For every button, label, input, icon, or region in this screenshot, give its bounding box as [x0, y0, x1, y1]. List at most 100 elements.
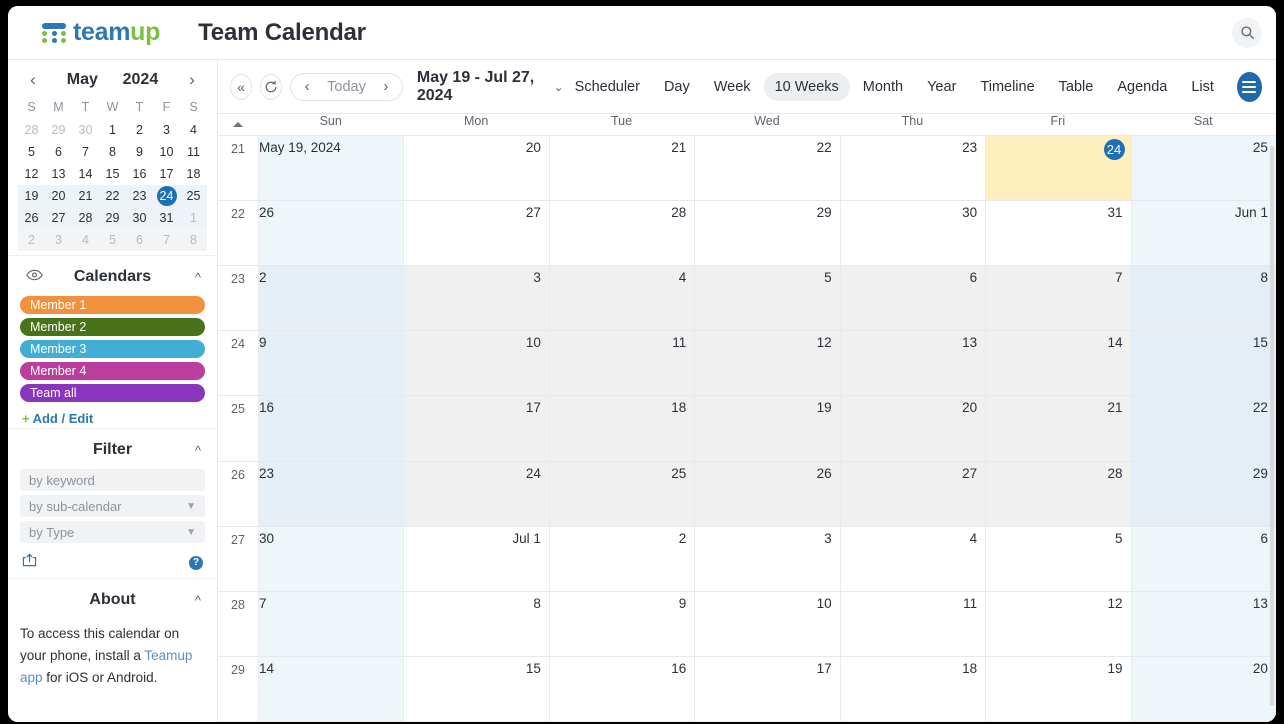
day-cell[interactable]: 16 [258, 396, 404, 461]
mini-day-cell[interactable]: 14 [72, 163, 99, 185]
mini-day-cell[interactable]: 29 [45, 119, 72, 141]
day-cell[interactable]: 25 [548, 461, 695, 526]
day-cell[interactable]: 10 [403, 331, 549, 396]
mini-day-cell[interactable]: 11 [180, 141, 207, 163]
day-cell[interactable]: 31 [985, 201, 1130, 266]
calendar-item-1[interactable]: Member 2 [20, 318, 205, 336]
day-cell[interactable]: 25 [1130, 136, 1276, 201]
day-cell[interactable]: 3 [694, 526, 839, 591]
day-cell[interactable]: 22 [1130, 396, 1276, 461]
mini-day-cell[interactable]: 4 [72, 229, 99, 251]
mini-day-cell[interactable]: 18 [180, 163, 207, 185]
filter-subcalendar-select[interactable]: by sub-calendar ▼ [20, 495, 205, 517]
week-number[interactable]: 21 [218, 136, 258, 200]
mini-day-cell[interactable]: 23 [126, 185, 153, 207]
day-cell[interactable]: 23 [258, 461, 404, 526]
refresh-button[interactable] [260, 73, 283, 100]
mini-day-cell[interactable]: 8 [180, 229, 207, 251]
mini-day-cell[interactable]: 30 [72, 119, 99, 141]
day-cell[interactable]: Jun 1 [1130, 201, 1276, 266]
tab-week[interactable]: Week [703, 73, 762, 101]
day-cell[interactable]: 10 [694, 591, 839, 656]
mini-day-cell[interactable]: 17 [153, 163, 180, 185]
today-button[interactable]: Today [321, 79, 372, 95]
day-cell[interactable]: 20 [403, 136, 548, 201]
mini-day-cell[interactable]: 7 [72, 141, 99, 163]
mini-day-cell[interactable]: 1 [99, 119, 126, 141]
day-cell[interactable]: 13 [1130, 591, 1276, 656]
hamburger-menu-icon[interactable] [1236, 71, 1263, 102]
chevron-up-icon-calendars[interactable]: ^ [195, 270, 201, 285]
day-cell[interactable]: 28 [985, 461, 1131, 526]
mini-day-cell[interactable]: 9 [126, 141, 153, 163]
day-cell[interactable]: 17 [694, 656, 839, 721]
mini-day-cell[interactable]: 28 [18, 119, 45, 141]
mini-day-cell[interactable]: 2 [18, 229, 45, 251]
day-cell[interactable]: 14 [985, 331, 1131, 396]
day-cell[interactable]: 9 [258, 331, 404, 396]
calendar-item-4[interactable]: Team all [20, 384, 205, 402]
week-number[interactable]: 25 [218, 396, 258, 460]
teamup-logo[interactable]: teamup [42, 18, 160, 47]
mini-day-cell[interactable]: 20 [45, 185, 72, 207]
day-cell[interactable]: 18 [548, 396, 695, 461]
mini-day-cell[interactable]: 26 [18, 207, 45, 229]
mini-day-cell[interactable]: 3 [45, 229, 72, 251]
mini-day-cell[interactable]: 2 [126, 119, 153, 141]
day-cell[interactable]: 5 [694, 266, 840, 331]
tab-scheduler[interactable]: Scheduler [564, 73, 651, 101]
day-cell[interactable]: 2 [258, 266, 404, 331]
week-number[interactable]: 28 [218, 592, 258, 656]
day-cell[interactable]: 11 [548, 331, 695, 396]
week-number[interactable]: 26 [218, 462, 258, 526]
day-cell[interactable]: 28 [548, 201, 694, 266]
week-number[interactable]: 29 [218, 657, 258, 721]
week-number[interactable]: 24 [218, 331, 258, 395]
day-cell[interactable]: 16 [548, 656, 694, 721]
day-cell[interactable]: 27 [839, 461, 986, 526]
mini-day-cell[interactable]: 12 [18, 163, 45, 185]
day-cell[interactable]: 17 [403, 396, 549, 461]
day-cell[interactable]: 20 [839, 396, 986, 461]
mini-day-cell[interactable]: 6 [126, 229, 153, 251]
help-icon[interactable]: ? [189, 555, 203, 570]
add-edit-calendars-button[interactable]: + Add / Edit [8, 402, 217, 428]
mini-day-cell[interactable]: 6 [45, 141, 72, 163]
mini-day-cell[interactable]: 15 [99, 163, 126, 185]
share-export-icon[interactable] [22, 553, 37, 572]
day-cell[interactable]: 7 [985, 266, 1131, 331]
filter-keyword-input[interactable]: by keyword [20, 469, 205, 491]
day-cell[interactable]: 23 [839, 136, 985, 201]
mini-day-cell[interactable]: 7 [153, 229, 180, 251]
day-cell[interactable]: 9 [548, 591, 694, 656]
mini-day-cell[interactable]: 1 [180, 207, 207, 229]
eye-icon[interactable] [26, 268, 43, 286]
day-cell[interactable]: 7 [258, 591, 404, 656]
day-cell[interactable]: 30 [839, 201, 985, 266]
day-cell[interactable]: 18 [839, 656, 985, 721]
day-cell[interactable]: 2 [548, 526, 694, 591]
collapse-sidebar-button[interactable]: « [230, 73, 253, 100]
tab-day[interactable]: Day [653, 73, 701, 101]
day-cell[interactable]: 21 [548, 136, 694, 201]
mini-day-cell[interactable]: 24 [153, 185, 180, 207]
chevron-up-icon-filter[interactable]: ^ [195, 443, 201, 458]
day-cell[interactable]: 19 [985, 656, 1130, 721]
day-cell[interactable]: 11 [839, 591, 985, 656]
mini-day-cell[interactable]: 22 [99, 185, 126, 207]
mini-next-month-icon[interactable]: › [183, 70, 201, 90]
mini-day-cell[interactable]: 27 [45, 207, 72, 229]
week-number[interactable]: 22 [218, 201, 258, 265]
mini-day-cell[interactable]: 8 [99, 141, 126, 163]
day-cell[interactable]: 12 [985, 591, 1130, 656]
day-cell[interactable]: 22 [694, 136, 839, 201]
day-cell[interactable]: May 19, 2024 [258, 136, 404, 201]
day-cell[interactable]: 12 [694, 331, 840, 396]
tab-timeline[interactable]: Timeline [969, 73, 1045, 101]
mini-day-cell[interactable]: 13 [45, 163, 72, 185]
day-cell[interactable]: 26 [694, 461, 840, 526]
day-cell[interactable]: 21 [985, 396, 1131, 461]
tab-list[interactable]: List [1180, 73, 1225, 101]
day-cell[interactable]: 27 [403, 201, 548, 266]
day-cell[interactable]: 6 [1130, 526, 1276, 591]
